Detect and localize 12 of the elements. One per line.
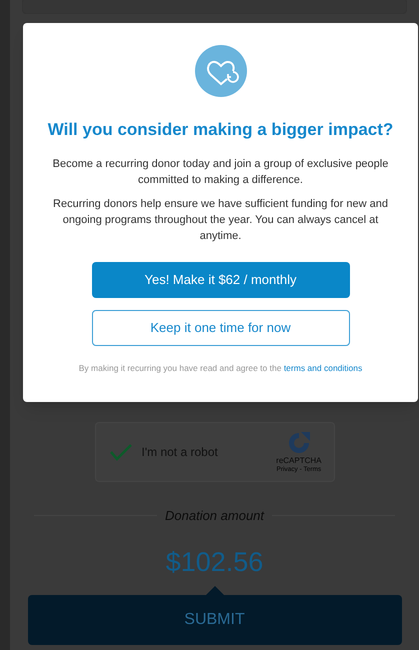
heart-refresh-icon	[194, 45, 246, 97]
captcha-checkbox[interactable]	[108, 441, 134, 463]
checkmark-icon	[108, 443, 132, 461]
donation-amount: $102.56	[166, 546, 264, 578]
monthly-donation-button[interactable]: Yes! Make it $62 / monthly	[92, 262, 350, 298]
one-time-button[interactable]: Keep it one time for now	[92, 310, 350, 346]
terms-note: By making it recurring you have read and agree to the terms and conditions	[78, 362, 362, 374]
modal-paragraph: Become a recurring donor today and join a group of exclusive people committed to making a difference.	[52, 156, 390, 188]
submit-button[interactable]: SUBMIT	[28, 595, 402, 645]
modal-title: Will you consider making a bigger impact?	[48, 119, 394, 141]
terms-link[interactable]: terms and conditions	[284, 362, 362, 372]
modal-paragraph: Recurring donors help ensure we have sufficient funding for new and ongoing programs throughout the year. You can always cancel at anytime.	[52, 196, 389, 244]
